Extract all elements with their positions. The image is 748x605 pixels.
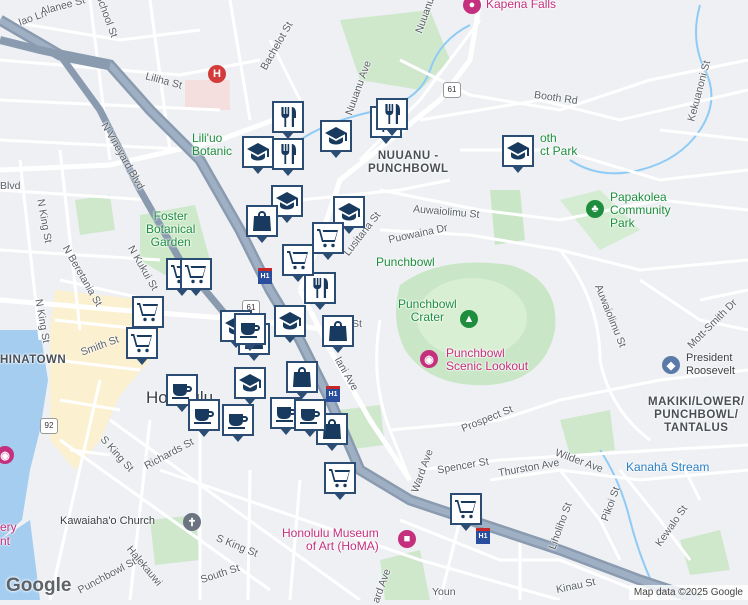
school-icon (324, 124, 348, 148)
grocery-icon (184, 262, 208, 286)
cafe-marker[interactable] (188, 399, 220, 437)
grocery-marker[interactable] (180, 258, 212, 296)
dining-marker[interactable] (272, 138, 304, 176)
place-label-liliuokalani[interactable]: Lili'uo Botanic (192, 132, 232, 158)
place-label-kanaha[interactable]: Kanahā Stream (626, 460, 709, 474)
grocery-icon (454, 497, 478, 521)
dining-icon (308, 276, 332, 300)
shopping-marker[interactable] (286, 361, 318, 399)
school-marker[interactable] (234, 367, 266, 405)
place-label-papakolea[interactable]: Papakolea Community Park (610, 191, 671, 230)
grocery-marker[interactable] (450, 493, 482, 531)
grocery-icon (130, 331, 154, 355)
school-icon (238, 371, 262, 395)
place-label-ery: ery (0, 520, 17, 534)
shopping-icon (326, 319, 350, 343)
place-label-punchbowl-crater[interactable]: Punchbowl Crater (398, 298, 457, 324)
map-data-attribution[interactable]: Map data ©2025 Google (628, 585, 748, 600)
school-icon (337, 200, 361, 224)
district-label-nuuanu-punchbowl: NUUANU - PUNCHBOWL (368, 150, 449, 175)
school-icon (246, 140, 270, 164)
school-marker[interactable] (320, 120, 352, 158)
grocery-marker[interactable] (126, 327, 158, 365)
shopping-icon (250, 209, 274, 233)
base-map[interactable] (0, 0, 748, 600)
cafe-icon (226, 408, 250, 432)
grocery-marker[interactable] (312, 222, 344, 260)
grocery-marker[interactable] (324, 462, 356, 500)
interstate-shield-h1c: H1 (476, 528, 490, 544)
place-label-booth-park[interactable]: oth ct Park (540, 132, 577, 158)
interstate-shield-h1b: H1 (326, 386, 340, 402)
mountain-icon: ▲ (460, 310, 478, 328)
place-label-kapena-falls[interactable]: Kapena Falls (486, 0, 556, 11)
route-shield-92: 92 (40, 418, 58, 434)
place-label-homa[interactable]: Honolulu Museum of Art (HoMA) (282, 527, 379, 553)
place-label-punchbowl[interactable]: Punchbowl (376, 255, 435, 269)
shopping-icon (290, 365, 314, 389)
dining-marker[interactable] (376, 98, 408, 136)
grocery-icon (316, 226, 340, 250)
dining-marker[interactable] (304, 272, 336, 310)
cafe-icon (192, 403, 216, 427)
shopping-marker[interactable] (246, 205, 278, 243)
camera-icon: ◉ (420, 350, 438, 368)
district-label-chinatown: HINATOWN (0, 354, 67, 366)
grocery-icon (328, 466, 352, 490)
school-icon (275, 189, 299, 213)
grocery-marker[interactable] (282, 244, 314, 282)
school-marker[interactable] (274, 305, 306, 343)
shopping-marker[interactable] (322, 315, 354, 353)
cafe-marker[interactable] (222, 404, 254, 442)
school-icon (278, 309, 302, 333)
place-label-kawaiahao[interactable]: Kawaiaha'o Church (60, 515, 155, 527)
school-marker[interactable] (502, 135, 534, 173)
place-label-punchbowl-lookout[interactable]: Punchbowl Scenic Lookout (446, 347, 528, 373)
street-label-youn: Youn (432, 586, 456, 598)
school-marker[interactable] (242, 136, 274, 174)
dining-marker[interactable] (272, 101, 304, 139)
route-shield-61: 61 (443, 82, 461, 98)
google-logo[interactable]: Google (6, 575, 71, 597)
interstate-shield-h1: H1 (258, 268, 272, 284)
grocery-marker[interactable] (132, 296, 164, 334)
grocery-icon (136, 300, 160, 324)
place-label-president-roosevelt[interactable]: President Roosevelt (686, 352, 735, 378)
dining-icon (276, 142, 300, 166)
dining-icon (276, 105, 300, 129)
cafe-icon (238, 317, 262, 341)
school-poi-icon: ◆ (662, 356, 680, 374)
hospital-icon: H (208, 65, 226, 83)
church-icon: ✝ (183, 513, 201, 531)
cafe-marker[interactable] (294, 399, 326, 437)
street-label-blvd: Blvd (0, 180, 21, 192)
school-icon (506, 139, 530, 163)
cafe-icon (298, 403, 322, 427)
grocery-icon (286, 248, 310, 272)
museum-icon: ■ (398, 530, 416, 548)
hospital-area (185, 80, 230, 110)
cafe-marker[interactable] (234, 313, 266, 351)
place-label-nt: nt (0, 534, 11, 548)
dining-icon (380, 102, 404, 126)
tree-icon: ♣ (586, 200, 604, 218)
district-label-makiki: MAKIKI/LOWER/ PUNCHBOWL/ TANTALUS (648, 396, 745, 434)
place-label-foster[interactable]: Foster Botanical Garden (146, 210, 195, 249)
